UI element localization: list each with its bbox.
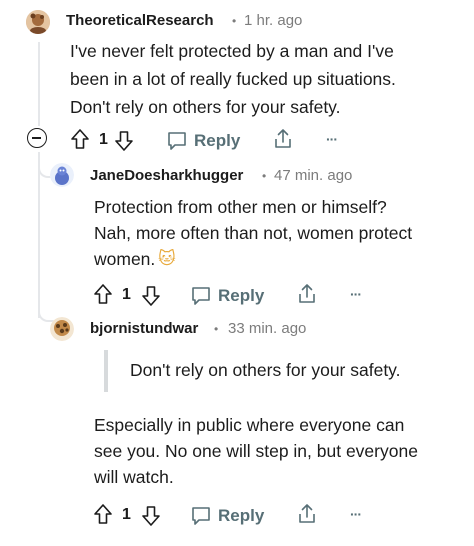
more-options-icon[interactable]: ··· xyxy=(350,286,362,302)
share-icon[interactable] xyxy=(296,282,318,306)
share-icon[interactable] xyxy=(296,502,318,526)
reply-bubble-icon xyxy=(192,507,210,525)
reply-button[interactable]: Reply xyxy=(166,127,246,155)
quote-bar xyxy=(104,350,108,392)
separator-dot: • xyxy=(262,169,267,183)
username[interactable]: JaneDoesharkhugger xyxy=(90,167,243,184)
comment-body-line: Especially in public where everyone can xyxy=(94,415,405,435)
downvote-icon[interactable] xyxy=(141,285,161,307)
thread-line-main xyxy=(38,42,40,126)
quoted-text: Don't rely on others for your safety. xyxy=(130,360,401,380)
avatar[interactable] xyxy=(50,317,74,341)
reply-bubble-icon xyxy=(168,132,186,150)
comment-body-line: Protection from other men or himself? xyxy=(94,197,387,217)
reply-label: Reply xyxy=(218,286,265,305)
comment-body-line: women. xyxy=(94,249,156,269)
separator-dot: • xyxy=(232,14,237,28)
separator-dot: • xyxy=(214,322,219,336)
user-avatar-icon xyxy=(50,163,74,187)
downvote-icon[interactable] xyxy=(114,130,134,152)
avatar[interactable] xyxy=(26,10,50,34)
comment-body-line: been in a lot of really fucked up situat… xyxy=(70,69,396,89)
username[interactable]: bjornistundwar xyxy=(90,320,198,337)
reply-button[interactable]: Reply xyxy=(190,502,270,530)
vote-count: 1 xyxy=(99,131,108,148)
comment-body-line: I've never felt protected by a man and I… xyxy=(70,41,394,61)
user-avatar-icon xyxy=(50,317,74,341)
comment-body-line: see you. No one will step in, but everyo… xyxy=(94,441,418,461)
vote-count: 1 xyxy=(122,506,131,523)
reply-bubble-icon xyxy=(192,287,210,305)
comment-body-line: Nah, more often than not, women protect xyxy=(94,223,413,243)
more-options-icon[interactable]: ··· xyxy=(350,506,362,522)
reply-label: Reply xyxy=(194,131,241,150)
reply-label: Reply xyxy=(218,506,265,525)
username[interactable]: TheoreticalResearch xyxy=(66,12,214,29)
reply-button[interactable]: Reply xyxy=(190,282,270,310)
vote-count: 1 xyxy=(122,286,131,303)
user-avatar-icon xyxy=(26,10,50,34)
comment-body-line: will watch. xyxy=(94,467,174,487)
collapse-button[interactable] xyxy=(27,128,47,148)
cat-emoji: 🐱 xyxy=(158,249,176,268)
upvote-icon[interactable] xyxy=(93,503,113,525)
thread-line-reply-2 xyxy=(38,176,40,318)
upvote-icon[interactable] xyxy=(70,128,90,150)
timestamp: 1 hr. ago xyxy=(244,12,303,29)
share-icon[interactable] xyxy=(272,127,294,151)
comment-body-line: Don't rely on others for your safety. xyxy=(70,97,341,117)
timestamp: 33 min. ago xyxy=(228,320,307,337)
more-options-icon[interactable]: ··· xyxy=(326,131,338,147)
avatar[interactable] xyxy=(50,163,74,187)
upvote-icon[interactable] xyxy=(93,283,113,305)
downvote-icon[interactable] xyxy=(141,505,161,527)
minus-icon xyxy=(32,137,41,139)
timestamp: 47 min. ago xyxy=(274,167,353,184)
